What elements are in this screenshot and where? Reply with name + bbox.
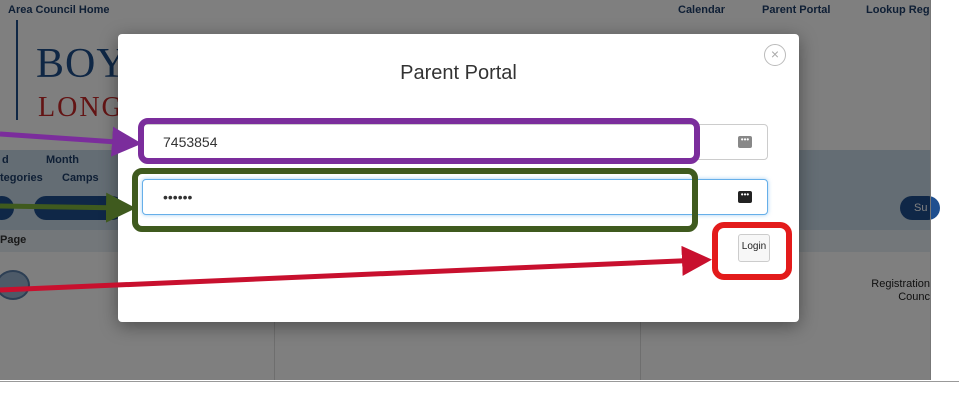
green-arrow xyxy=(0,192,136,223)
red-arrow xyxy=(0,245,712,293)
purple-arrow xyxy=(0,126,142,157)
annotation-arrows xyxy=(0,126,712,293)
